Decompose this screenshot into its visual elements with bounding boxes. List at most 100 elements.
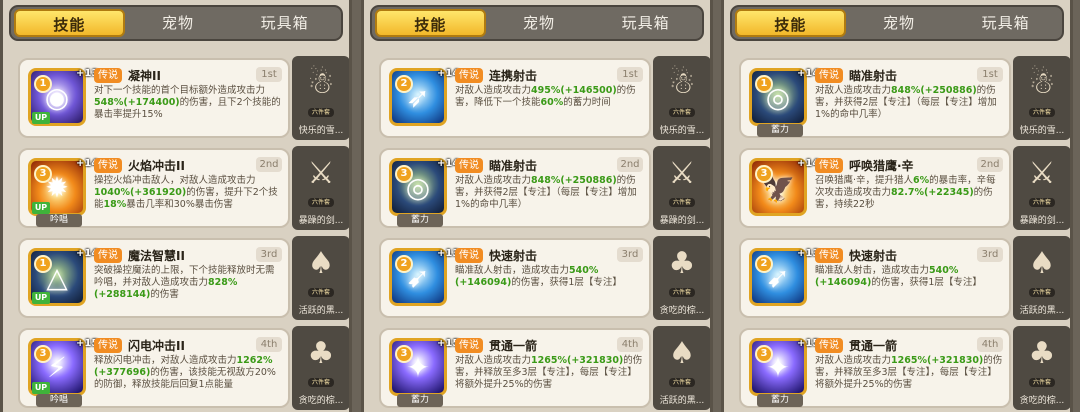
skill-name: 凝神II (128, 69, 161, 83)
pet-slot[interactable]: ♠ 六件套 活跃的黑... (292, 236, 349, 320)
pet-slot[interactable]: ⚔ 六件套 暴躁的剑... (292, 146, 349, 230)
skill-card[interactable]: ➹ 2 +13 传说 快速射击 3rd 瞄准敌人射击，造成攻击力540%(+146094)的… (379, 238, 651, 318)
pet-slot[interactable]: ♠ 六件套 活跃的黑... (653, 326, 710, 410)
tab-pets[interactable]: 宠物 (125, 9, 232, 37)
pet-slot[interactable]: ☃ 六件套 快乐的雪... (1013, 56, 1070, 140)
description-text: 对下一个技能的首个目标额外造成攻击力 (94, 85, 266, 96)
skill-level-badge: 3 (395, 165, 413, 183)
description-text: 召唤猎鹰·辛，提升猎人 (815, 175, 914, 186)
pet-name: 贪吃的棕... (659, 306, 705, 316)
pet-portrait-icon: ♠ (668, 336, 696, 371)
description-text: 对敌人造成攻击力 (815, 85, 892, 96)
tab-toybox[interactable]: 玩具箱 (592, 9, 699, 37)
pet-slot[interactable]: ♣ 六件套 贪吃的棕... (292, 326, 349, 410)
skill-type-tag: 蓄力 (757, 124, 803, 137)
skill-card[interactable]: ◉ 1 +13 UP 传说 凝神II 1st 对下一个技能的首个目标额外造成攻击力548%(+… (18, 58, 290, 138)
skill-level-badge: 2 (395, 255, 413, 273)
skill-card[interactable]: ✦ 3 +15 蓄力 传说 贯通一箭 4th 对敌人造成攻击力1265%(+321830)的伤… (739, 328, 1011, 408)
skill-level-badge: 3 (395, 345, 413, 363)
pet-slot[interactable]: ♣ 六件套 贪吃的棕... (1013, 326, 1070, 410)
skill-order: 2nd (977, 157, 1003, 172)
tab-pets[interactable]: 宠物 (846, 9, 953, 37)
skill-card[interactable]: ➶ 2 +14 传说 连携射击 1st 对敌人造成攻击力495%(+146500)的伤害，降… (379, 58, 651, 138)
skill-type-tag: 蓄力 (397, 214, 443, 227)
skill-order: 2nd (617, 157, 643, 172)
skill-name: 快速射击 (489, 249, 538, 263)
skill-order: 4th (617, 337, 643, 352)
pet-name: 快乐的雪... (298, 126, 344, 136)
pet-tier-badge: 六件套 (1029, 108, 1055, 117)
skill-level-badge: 3 (34, 165, 52, 183)
description-text: 突破操控魔法的上限，下个技能释放时无需吟唱，并对敌人造成攻击力 (94, 265, 275, 288)
pet-name: 活跃的黑... (1019, 306, 1065, 316)
legend-badge: 传说 (94, 338, 122, 353)
skill-type-tag: 蓄力 (397, 394, 443, 407)
description-text: 的伤害，获得1层【专注】 (871, 277, 982, 288)
skill-order: 3rd (256, 247, 282, 262)
description-text: 释放闪电冲击，对敌人造成攻击力 (94, 355, 237, 366)
pet-slot[interactable]: ♣ 六件套 贪吃的棕... (653, 236, 710, 320)
pet-tier-badge: 六件套 (308, 198, 334, 207)
skill-card[interactable]: ◎ 3 +14 蓄力 传说 瞄准射击 2nd 对敌人造成攻击力848%(+250886)的伤害… (379, 148, 651, 228)
skill-panel-3: 技能 宠物 玩具箱 ◎ 1 +14 蓄力 传说 瞄准射击 1st 对敌人造成攻击力848%(+250… (721, 0, 1073, 412)
skill-order: 4th (977, 337, 1003, 352)
legend-badge: 传说 (455, 338, 483, 353)
skill-card[interactable]: ✹ 3 +14 UP 吟唱 传说 火焰冲击II 2nd 操控火焰冲击敌人，对敌人造成攻击力104… (18, 148, 290, 228)
highlight-value: 495%(+146500) (531, 85, 617, 96)
highlight-value: 82.7%(+22345) (891, 187, 974, 198)
pet-tier-badge: 六件套 (1029, 378, 1055, 387)
pet-slot[interactable]: ☃ 六件套 快乐的雪... (653, 56, 710, 140)
tab-skills[interactable]: 技能 (375, 9, 486, 37)
pet-portrait-icon: ♠ (307, 246, 335, 281)
tab-toybox[interactable]: 玩具箱 (952, 9, 1059, 37)
pet-slot[interactable]: ⚔ 六件套 暴躁的剑... (653, 146, 710, 230)
pet-tier-badge: 六件套 (669, 288, 695, 297)
description-text: 操控火焰冲击敌人，对敌人造成攻击力 (94, 175, 256, 186)
skill-level-badge: 1 (755, 75, 773, 93)
tab-pets[interactable]: 宠物 (486, 9, 593, 37)
skill-card[interactable]: ⚡ 3 +15 UP 吟唱 传说 闪电冲击II 4th 释放闪电冲击，对敌人造成攻击力1262%… (18, 328, 290, 408)
skill-level-badge: 2 (395, 75, 413, 93)
skill-type-tag: 吟唱 (36, 394, 82, 407)
description-text: 对敌人造成攻击力 (455, 175, 532, 186)
pet-tier-badge: 六件套 (308, 378, 334, 387)
highlight-value: 18% (103, 199, 127, 210)
pet-slot[interactable]: ⚔ 六件套 暴躁的剑... (1013, 146, 1070, 230)
highlight-value: 1265%(+321830) (531, 355, 624, 366)
pet-slot[interactable]: ☃ 六件套 快乐的雪... (292, 56, 349, 140)
pet-tier-badge: 六件套 (669, 108, 695, 117)
skill-description: 对敌人造成攻击力495%(+146500)的伤害，降低下一个技能60%的蓄力时间 (455, 85, 643, 109)
upgrade-badge: UP (32, 112, 50, 124)
skill-card[interactable]: △ 1 +14 UP 传说 魔法智慧II 3rd 突破操控魔法的上限，下个技能释放时无需吟唱，… (18, 238, 290, 318)
pet-portrait-icon: ☃ (668, 66, 696, 101)
skill-card[interactable]: ✦ 3 +15 蓄力 传说 贯通一箭 4th 对敌人造成攻击力1265%(+321830)的伤… (379, 328, 651, 408)
skill-card[interactable]: 🦅 3 +14 传说 呼唤猎鹰·辛 2nd 召唤猎鹰·辛，提升猎人6%的暴击率，辛每次攻击造… (739, 148, 1011, 228)
description-text: 的蓄力时间 (563, 97, 611, 108)
skill-name: 魔法智慧II (128, 249, 185, 263)
pet-portrait-icon: ☃ (307, 66, 335, 101)
skill-name: 闪电冲击II (128, 339, 185, 353)
pet-portrait-icon: ☃ (1028, 66, 1056, 101)
skill-description: 释放闪电冲击，对敌人造成攻击力1262%(+377696)的伤害，该技能无视敌方… (94, 355, 282, 391)
upgrade-badge: UP (32, 382, 50, 394)
skill-description: 瞄准敌人射击，造成攻击力540%(+146094)的伤害，获得1层【专注】 (815, 265, 1003, 289)
skill-name: 呼唤猎鹰·辛 (849, 159, 914, 173)
skill-name: 火焰冲击II (128, 159, 185, 173)
highlight-value: 60% (540, 97, 564, 108)
skill-description: 召唤猎鹰·辛，提升猎人6%的暴击率，辛每次攻击造成攻击力82.7%(+22345… (815, 175, 1003, 211)
skill-card[interactable]: ➹ 2 +13 传说 快速射击 3rd 瞄准敌人射击，造成攻击力540%(+146094)的… (739, 238, 1011, 318)
legend-badge: 传说 (815, 248, 843, 263)
tab-skills[interactable]: 技能 (14, 9, 125, 37)
skill-type-tag: 吟唱 (36, 214, 82, 227)
legend-badge: 传说 (815, 338, 843, 353)
skill-type-tag: 蓄力 (757, 394, 803, 407)
skill-order: 1st (617, 67, 643, 82)
tab-toybox[interactable]: 玩具箱 (231, 9, 338, 37)
skill-panel-2: 技能 宠物 玩具箱 ➶ 2 +14 传说 连携射击 1st 对敌人造成攻击力495%(+14650… (361, 0, 713, 412)
legend-badge: 传说 (94, 248, 122, 263)
skill-description: 对敌人造成攻击力848%(+250886)的伤害，并获得2层【专注】（每层【专注… (815, 85, 1003, 121)
skill-card[interactable]: ◎ 1 +14 蓄力 传说 瞄准射击 1st 对敌人造成攻击力848%(+250886)的伤害… (739, 58, 1011, 138)
upgrade-badge: UP (32, 202, 50, 214)
pet-slot[interactable]: ♠ 六件套 活跃的黑... (1013, 236, 1070, 320)
tab-skills[interactable]: 技能 (735, 9, 846, 37)
